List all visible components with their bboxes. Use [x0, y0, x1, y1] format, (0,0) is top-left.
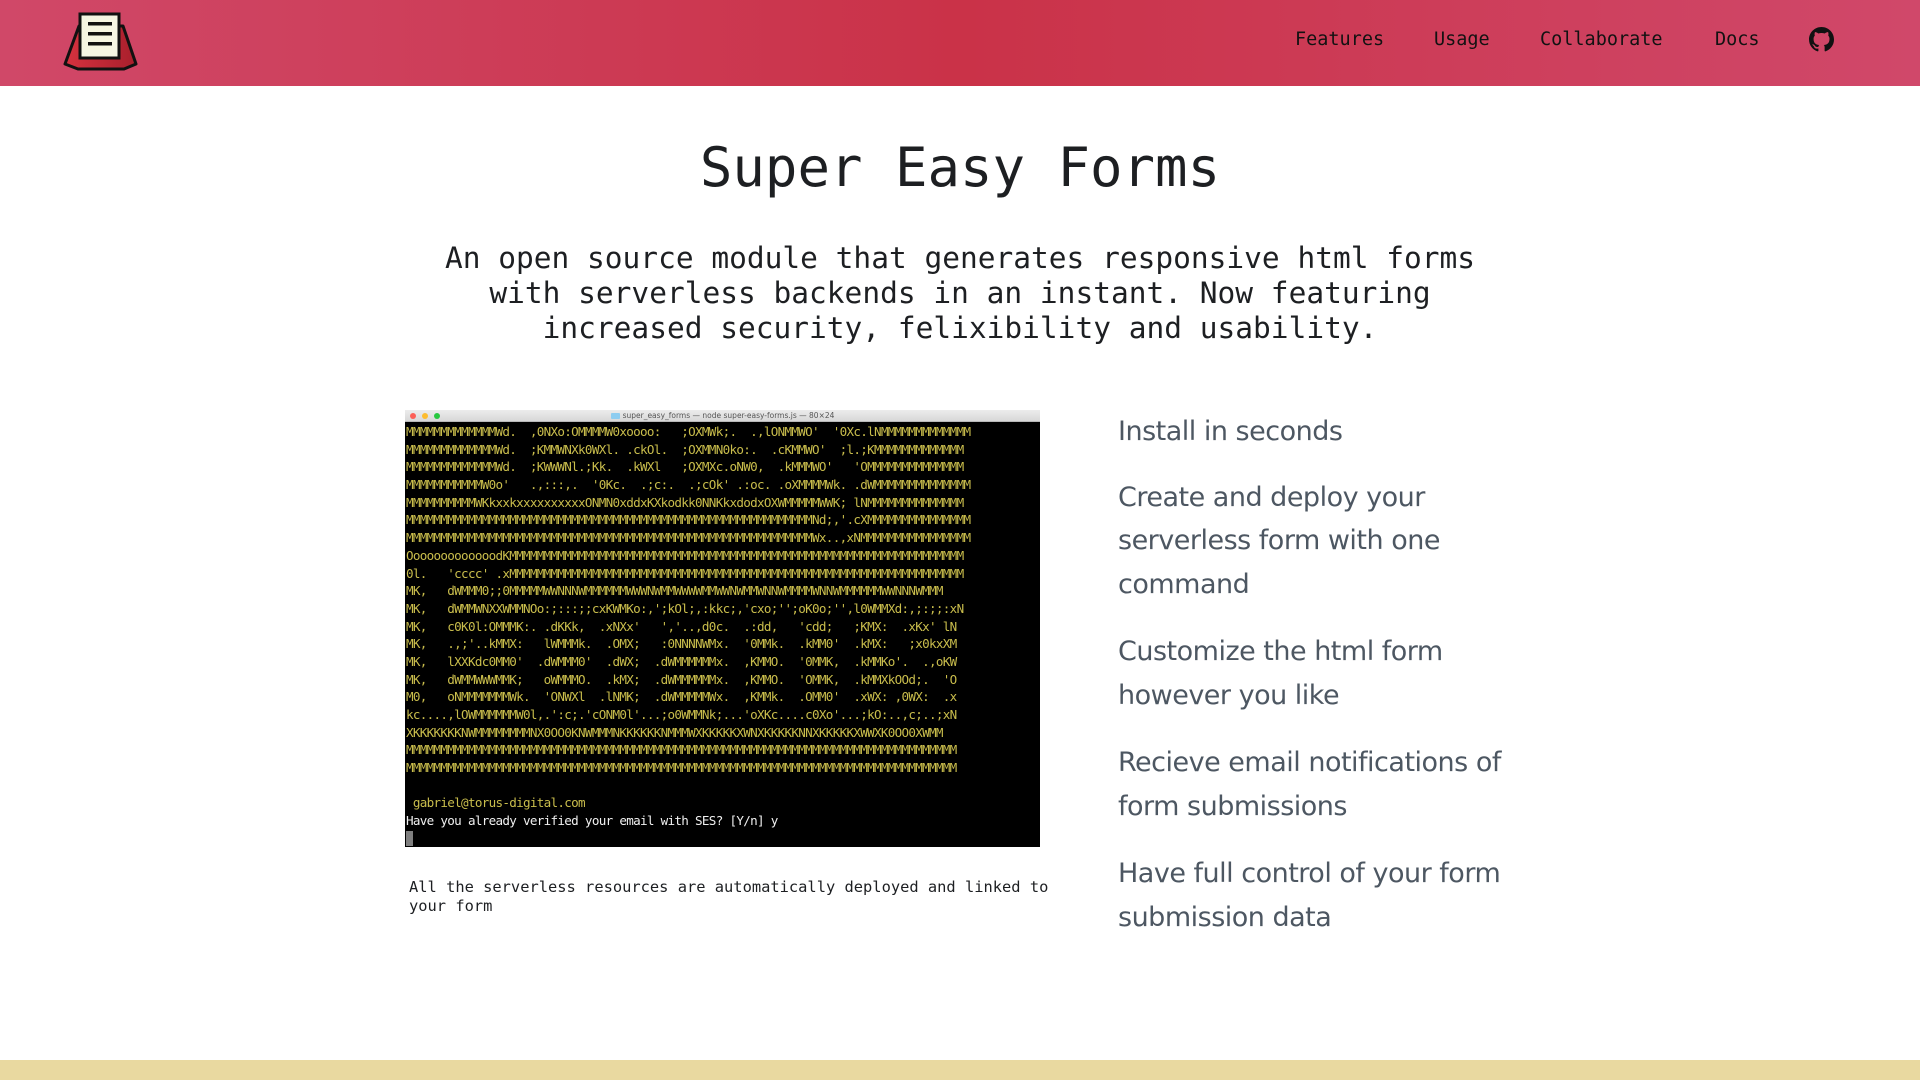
- terminal-line: MMMMMMMMMMMW0o' .,:::,. '0Kc. .;c:. .;cO…: [406, 477, 971, 493]
- terminal-line: MMMMMMMMMMWKkxxkxxxxxxxxxxONMN0xddxKXkod…: [406, 494, 964, 510]
- terminal-line: MK, dWMMWWWMMK; oWMMMO. .kMX; .dWMMMMMMx…: [406, 671, 957, 687]
- hero-subtitle: An open source module that generates res…: [444, 241, 1476, 345]
- terminal-line: kc....,lOWMMMMMMW0l,.':c;.'cONM0l'...;o0…: [406, 707, 957, 722]
- main-nav: Features Usage Collaborate Docs: [0, 0, 1920, 86]
- terminal-window-title: super_easy_forms — node super-easy-forms…: [622, 411, 835, 420]
- terminal-line: MK, c0K0l:OMMMK:. .dKKk, .xNXx' ','..,d0…: [406, 618, 957, 634]
- terminal-screenshot: super_easy_forms — node super-easy-forms…: [405, 410, 1040, 847]
- terminal-titlebar: super_easy_forms — node super-easy-forms…: [405, 410, 1040, 422]
- terminal-line: XKKKKKKKNWMMMMMMMMNX0OO0KNWMMMNKKKKKKNMM…: [406, 724, 944, 740]
- footer-band: [0, 1060, 1920, 1080]
- terminal-line: MMMMMMMMMMMMMWd. ;KWWWNl.;Kk. .kWXl ;OXM…: [406, 459, 964, 475]
- site-header: Features Usage Collaborate Docs: [0, 0, 1920, 86]
- terminal-line: 0l. 'cccc' .xMMMMMMMMMMMMMMMMMMMMMMMMMMM…: [406, 565, 964, 581]
- terminal-line: MK, dWMMM0;;0MMMMMWWNNNWMMMMMMWWWNWMMWWW…: [406, 583, 944, 599]
- terminal-cursor-line: [406, 830, 1040, 847]
- nav-usage[interactable]: Usage: [1434, 28, 1490, 52]
- folder-icon: [610, 413, 620, 419]
- feature-item: Create and deploy your serverless form w…: [1118, 481, 1440, 600]
- terminal-line: MK, .,;'..kMMX: lWMMMk. .OMX; :0NNNNWMx.…: [406, 636, 957, 652]
- terminal-line: MMMMMMMMMMMMMWd. ,0NXo:OMMMMW0xoooo: ;OX…: [406, 424, 971, 439]
- feature-item: Recieve email notifications of form subm…: [1118, 747, 1501, 822]
- page-title: Super Easy Forms: [699, 136, 1221, 199]
- feature-list: Install in seconds Create and deploy you…: [1118, 410, 1538, 963]
- terminal-output: MMMMMMMMMMMMMWd. ,0NXo:OMMMMW0xoooo: ;OX…: [405, 422, 1040, 847]
- feature-item: Install in seconds: [1118, 416, 1343, 447]
- terminal-line: MMMMMMMMMMMMMMMMMMMMMMMMMMMMMMMMMMMMMMMM…: [406, 512, 971, 528]
- terminal-line: MMMMMMMMMMMMMMMMMMMMMMMMMMMMMMMMMMMMMMMM…: [406, 530, 971, 546]
- nav-collaborate[interactable]: Collaborate: [1540, 28, 1663, 52]
- terminal-line: gabriel@torus-digital.com: [406, 795, 586, 811]
- feature-item: Customize the html form however you like: [1118, 636, 1443, 711]
- terminal-line: OoooooooooooodKMMMMMMMMMMMMMMMMMMMMMMMMM…: [406, 547, 964, 563]
- terminal-line: MMMMMMMMMMMMMWd. ;KMMWNXk0WXl. .ckOl. ;O…: [406, 441, 964, 457]
- terminal-line: MK, dWMMWNXXWMMNOo:;:::;;cxKWMKo:,';kOl;…: [406, 600, 964, 616]
- github-icon[interactable]: [1809, 27, 1834, 52]
- terminal-line: MMMMMMMMMMMMMMMMMMMMMMMMMMMMMMMMMMMMMMMM…: [406, 760, 957, 776]
- nav-features[interactable]: Features: [1295, 28, 1384, 52]
- feature-item: Have full control of your form submissio…: [1118, 858, 1501, 933]
- terminal-line: M0, oNMMMMMMMWk. 'ONWXl .lNMK; .dWMMMMMW…: [406, 689, 957, 705]
- terminal-line: MK, lXXKdc0MM0' .dWMMM0' .dWX; .dWMMMMMM…: [406, 653, 957, 669]
- terminal-line: Have you already verified your email wit…: [406, 813, 778, 829]
- text-cursor-icon: [406, 830, 413, 846]
- terminal-line: MMMMMMMMMMMMMMMMMMMMMMMMMMMMMMMMMMMMMMMM…: [406, 742, 957, 758]
- terminal-caption: All the serverless resources are automat…: [409, 878, 1049, 915]
- nav-docs[interactable]: Docs: [1715, 28, 1760, 52]
